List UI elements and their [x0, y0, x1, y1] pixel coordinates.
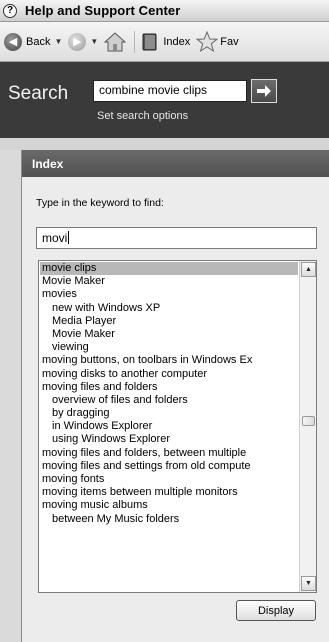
- list-item[interactable]: moving fonts: [40, 473, 298, 486]
- toolbar: ◀ Back ▼ ▶ ▼ Index Fav: [0, 22, 329, 62]
- keyword-prompt: Type in the keyword to find:: [36, 197, 164, 209]
- arrow-right-icon: [257, 85, 271, 97]
- search-label: Search: [8, 83, 69, 104]
- divider: [0, 138, 329, 150]
- list-item[interactable]: movie clips: [40, 262, 298, 276]
- index-label: Index: [163, 35, 191, 48]
- search-bar: Search combine movie clips Set search op…: [0, 62, 329, 138]
- index-button[interactable]: Index: [141, 32, 190, 52]
- list-item[interactable]: new with Windows XP: [40, 302, 298, 315]
- list-item[interactable]: moving disks to another computer: [40, 368, 298, 381]
- scrollbar-thumb[interactable]: [302, 416, 315, 426]
- list-item[interactable]: using Windows Explorer: [40, 433, 298, 446]
- vertical-scrollbar[interactable]: ▲ ▼: [299, 261, 316, 592]
- title-bar: ? Help and Support Center: [0, 0, 329, 22]
- list-item[interactable]: Media Player: [40, 315, 298, 328]
- list-item[interactable]: by dragging: [40, 407, 298, 420]
- forward-arrow-icon: ▶: [68, 32, 87, 51]
- help-center-icon: ?: [3, 3, 17, 18]
- list-item[interactable]: between My Music folders: [40, 513, 298, 526]
- list-item[interactable]: Movie Maker: [40, 275, 298, 288]
- toolbar-separator: [134, 30, 136, 53]
- scroll-down-button[interactable]: ▼: [301, 576, 316, 591]
- back-label: Back: [26, 35, 51, 48]
- scroll-up-button[interactable]: ▲: [301, 262, 316, 277]
- list-item[interactable]: moving music albums: [40, 499, 298, 512]
- search-input[interactable]: combine movie clips: [93, 80, 247, 102]
- display-button[interactable]: Display: [236, 600, 316, 621]
- book-icon: [142, 33, 157, 50]
- text-caret: [68, 231, 70, 244]
- list-item[interactable]: moving files and folders: [40, 381, 298, 394]
- chevron-down-icon[interactable]: ▼: [90, 37, 98, 46]
- window-title: Help and Support Center: [25, 3, 181, 18]
- home-icon: [104, 31, 127, 51]
- favorites-label: Fav: [220, 35, 239, 48]
- list-item[interactable]: moving items between multiple monitors: [40, 486, 298, 499]
- chevron-down-icon[interactable]: ▼: [54, 37, 62, 46]
- index-panel-title: Index: [22, 150, 329, 177]
- list-item[interactable]: overview of files and folders: [40, 394, 298, 407]
- index-panel: Index Type in the keyword to find: movi …: [21, 150, 329, 642]
- list-item[interactable]: viewing: [40, 341, 298, 354]
- star-icon: [196, 30, 219, 52]
- index-list-items: movie clips Movie Maker movies new with Win…: [40, 262, 298, 526]
- list-item[interactable]: moving files and folders, between multip…: [40, 447, 298, 460]
- list-item[interactable]: Movie Maker: [40, 328, 298, 341]
- index-list[interactable]: movie clips Movie Maker movies new with Win…: [38, 260, 317, 593]
- list-item[interactable]: moving buttons, on toolbars in Windows E…: [40, 354, 298, 367]
- keyword-input[interactable]: movi: [36, 227, 317, 249]
- back-button[interactable]: ◀ Back ▼: [4, 32, 62, 51]
- search-go-button[interactable]: [251, 79, 277, 103]
- left-frame: [0, 150, 21, 642]
- keyword-input-value: movi: [42, 231, 68, 245]
- forward-button[interactable]: ▶ ▼: [68, 32, 98, 51]
- list-item[interactable]: in Windows Explorer: [40, 420, 298, 433]
- list-item[interactable]: movies: [40, 288, 298, 301]
- favorites-button[interactable]: Fav: [196, 30, 239, 53]
- home-button[interactable]: [104, 31, 127, 52]
- set-search-options-link[interactable]: Set search options: [97, 110, 188, 122]
- list-item[interactable]: moving files and settings from old compu…: [40, 460, 298, 473]
- back-arrow-icon: ◀: [4, 32, 22, 51]
